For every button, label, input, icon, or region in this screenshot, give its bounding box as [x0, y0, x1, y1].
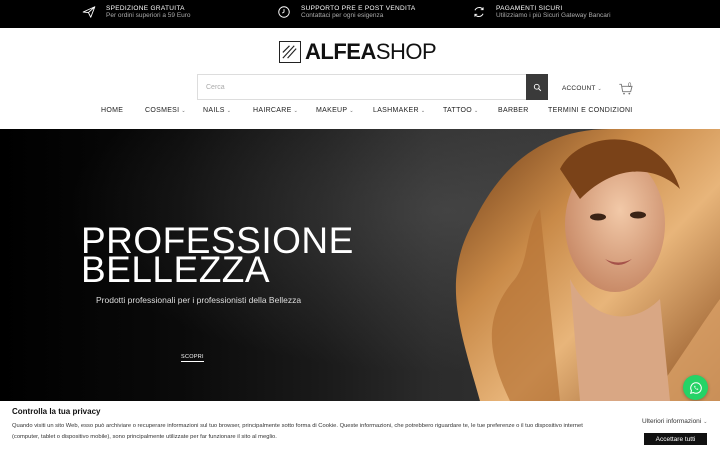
- chevron-down-icon: ⌄: [181, 108, 186, 114]
- nav-item-label: COSMESI: [145, 107, 180, 114]
- search-input[interactable]: [197, 74, 526, 100]
- nav-item-label: NAILS: [203, 107, 225, 114]
- topbar-subtitle: Contattaci per ogni esigenza: [301, 12, 384, 20]
- topbar-item-shipping: SPEDIZIONE GRATUITA Per ordini superiori…: [82, 5, 191, 20]
- topbar-subtitle: Utilizziamo i più Sicuri Gateway Bancari: [496, 12, 611, 20]
- nav-item-label: LASHMAKER: [373, 107, 419, 114]
- nav-item-label: MAKEUP: [316, 107, 348, 114]
- search-bar: [197, 74, 548, 100]
- chevron-down-icon: ⌄: [349, 108, 354, 114]
- logo-mark-icon: [279, 41, 301, 63]
- cookie-accept-button[interactable]: Accettare tutti: [644, 433, 707, 445]
- cart-icon[interactable]: [618, 82, 634, 96]
- nav-item-label: HOME: [101, 107, 124, 114]
- nav-item-lashmaker[interactable]: LASHMAKER ⌄: [373, 107, 425, 114]
- account-label: ACCOUNT: [562, 85, 596, 92]
- chevron-down-icon: ⌄: [703, 419, 708, 425]
- hero-model-image: [455, 129, 720, 401]
- chevron-down-icon: ⌄: [293, 108, 299, 114]
- nav-item-tattoo[interactable]: TATTOO ⌄: [443, 107, 479, 114]
- topbar-item-payments: PAGAMENTI SICURI Utilizziamo i più Sicur…: [472, 5, 611, 20]
- nav-item-label: HAIRCARE: [253, 107, 292, 114]
- chevron-down-icon: ⌄: [420, 108, 426, 114]
- paper-plane-icon: [82, 6, 96, 19]
- whatsapp-icon: [689, 381, 702, 394]
- topbar-item-support: SUPPORTO PRE E POST VENDITA Contattaci p…: [277, 5, 416, 20]
- nav-item-cosmesi[interactable]: COSMESI ⌄: [145, 107, 186, 114]
- chevron-down-icon: ⌄: [226, 108, 232, 114]
- main-nav: HOME COSMESI ⌄ NAILS ⌄ HAIRCARE ⌄ MAKEUP ⌄ L…: [0, 104, 720, 120]
- nav-item-barber[interactable]: BARBER: [498, 107, 529, 114]
- cookie-title: Controlla la tua privacy: [12, 407, 101, 416]
- logo-text-light: SHOP: [375, 39, 437, 64]
- nav-item-termini[interactable]: TERMINI E CONDIZIONI: [548, 107, 633, 114]
- nav-item-haircare[interactable]: HAIRCARE ⌄: [253, 107, 298, 114]
- search-button[interactable]: [526, 74, 548, 100]
- hero-banner: PROFESSIONE BELLEZZA Prodotti profession…: [0, 129, 720, 401]
- nav-item-label: TERMINI E CONDIZIONI: [548, 107, 633, 114]
- refresh-icon: [474, 7, 484, 18]
- topbar-title: SUPPORTO PRE E POST VENDITA: [301, 5, 416, 12]
- topbar-title: PAGAMENTI SICURI: [496, 5, 563, 12]
- search-icon: [533, 83, 541, 91]
- hero-subtitle: Prodotti professionali per i professioni…: [96, 295, 302, 305]
- hero-title: PROFESSIONE BELLEZZA: [81, 222, 354, 288]
- account-menu[interactable]: ACCOUNT ⌄: [562, 85, 602, 92]
- nav-item-home[interactable]: HOME: [101, 107, 123, 114]
- topbar-subtitle: Per ordini superiori a 59 Euro: [106, 12, 191, 20]
- hero-cta-link[interactable]: SCOPRI: [181, 354, 204, 362]
- clock-icon: [278, 6, 290, 19]
- cookie-text: Quando visiti un sito Web, esso può arch…: [12, 423, 583, 440]
- whatsapp-button[interactable]: [683, 375, 708, 400]
- nav-item-nails[interactable]: NAILS ⌄: [203, 107, 231, 114]
- cookie-banner: Controlla la tua privacy Quando visiti u…: [0, 401, 720, 450]
- cart-count-badge: 0: [628, 83, 632, 89]
- chevron-down-icon: ⌄: [597, 86, 602, 92]
- nav-item-makeup[interactable]: MAKEUP ⌄: [316, 107, 354, 114]
- cookie-more-info-button[interactable]: Ulteriori informazioni ⌄: [642, 418, 707, 425]
- top-info-bar: SPEDIZIONE GRATUITA Per ordini superiori…: [0, 0, 720, 28]
- chevron-down-icon: ⌄: [474, 108, 479, 114]
- topbar-title: SPEDIZIONE GRATUITA: [106, 5, 185, 12]
- site-logo[interactable]: ALFEA SHOP: [279, 39, 437, 64]
- nav-item-label: BARBER: [498, 107, 529, 114]
- cookie-more-label: Ulteriori informazioni: [642, 418, 702, 425]
- nav-item-label: TATTOO: [443, 107, 473, 114]
- logo-text-bold: ALFEA: [305, 39, 376, 64]
